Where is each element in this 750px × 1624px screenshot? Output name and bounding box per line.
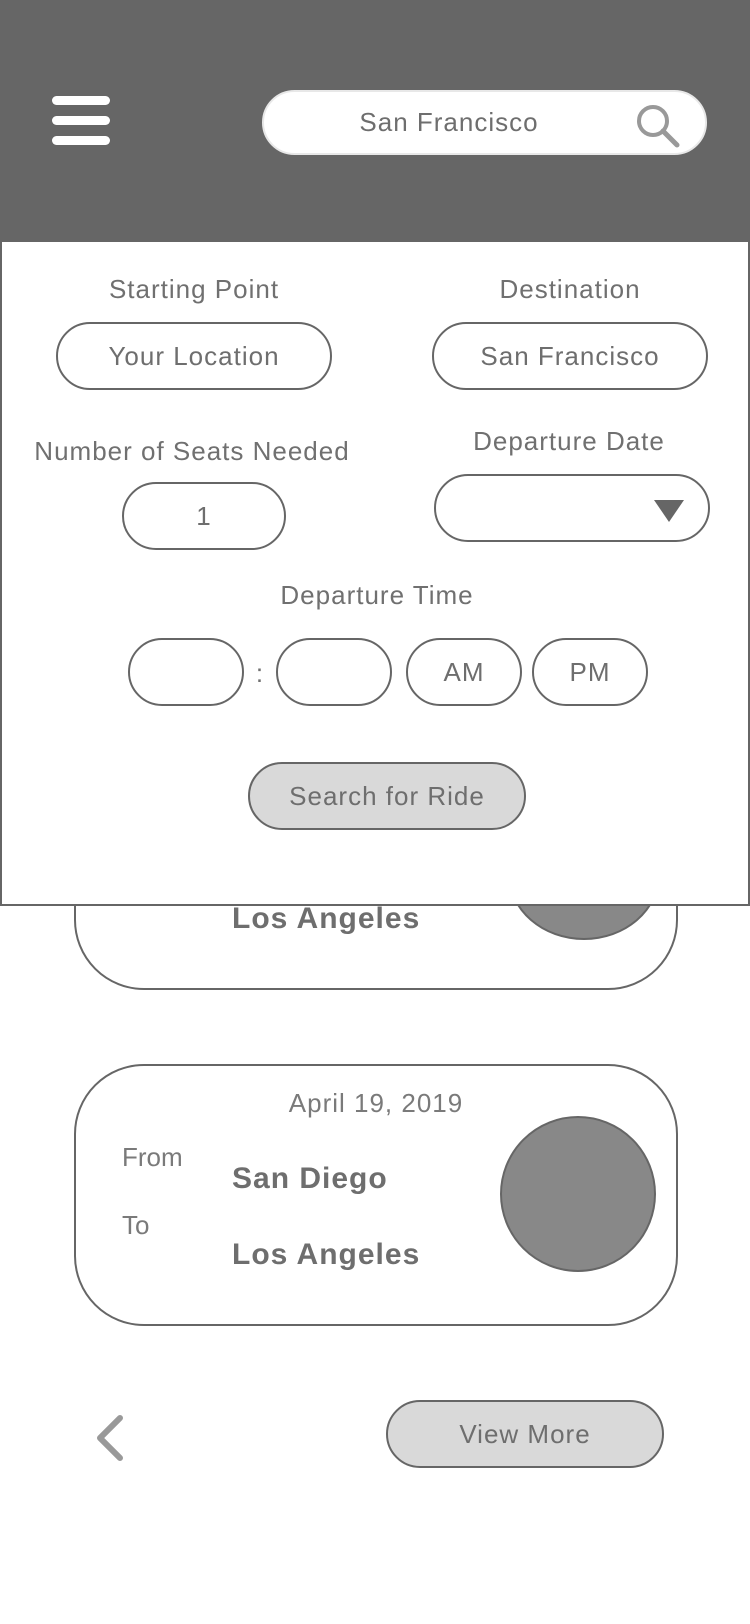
ride-card[interactable]: April 19, 2019 From San Diego To Los Ang…	[74, 1064, 678, 1326]
ride-to-city: Los Angeles	[232, 902, 421, 935]
pm-button[interactable]: PM	[532, 638, 648, 706]
departure-date-select[interactable]	[434, 474, 710, 542]
ride-to-city: Los Angeles	[232, 1238, 421, 1271]
departure-date-label: Departure Date	[473, 426, 665, 456]
seats-input[interactable]: 1	[122, 482, 286, 550]
search-input[interactable]: San Francisco	[264, 92, 634, 153]
chevron-down-icon	[654, 500, 684, 522]
view-more-button[interactable]: View More	[386, 1400, 664, 1468]
ride-date: April 19, 2019	[288, 1088, 464, 1118]
destination-input[interactable]: San Francisco	[432, 322, 708, 390]
seats-label: Number of Seats Needed	[34, 436, 350, 466]
hamburger-menu-icon[interactable]	[52, 96, 110, 146]
to-label: To	[122, 1210, 150, 1240]
starting-point-input[interactable]: Your Location	[56, 322, 332, 390]
departure-time-label: Departure Time	[280, 580, 474, 610]
destination-label: Destination	[499, 274, 641, 304]
chevron-left-icon[interactable]	[92, 1412, 128, 1464]
am-button[interactable]: AM	[406, 638, 522, 706]
driver-avatar	[500, 1116, 656, 1272]
time-separator: :	[255, 658, 265, 688]
ride-search-panel: Starting Point Your Location Destination…	[0, 242, 750, 906]
ride-from-city: San Diego	[232, 1162, 388, 1195]
starting-point-label: Starting Point	[108, 274, 280, 304]
hour-input[interactable]	[128, 638, 244, 706]
app-header: San Francisco	[0, 0, 750, 242]
minute-input[interactable]	[276, 638, 392, 706]
search-icon[interactable]	[636, 104, 680, 148]
from-label: From	[122, 1142, 183, 1172]
search-bar[interactable]: San Francisco	[262, 90, 707, 155]
search-for-ride-button[interactable]: Search for Ride	[248, 762, 526, 830]
